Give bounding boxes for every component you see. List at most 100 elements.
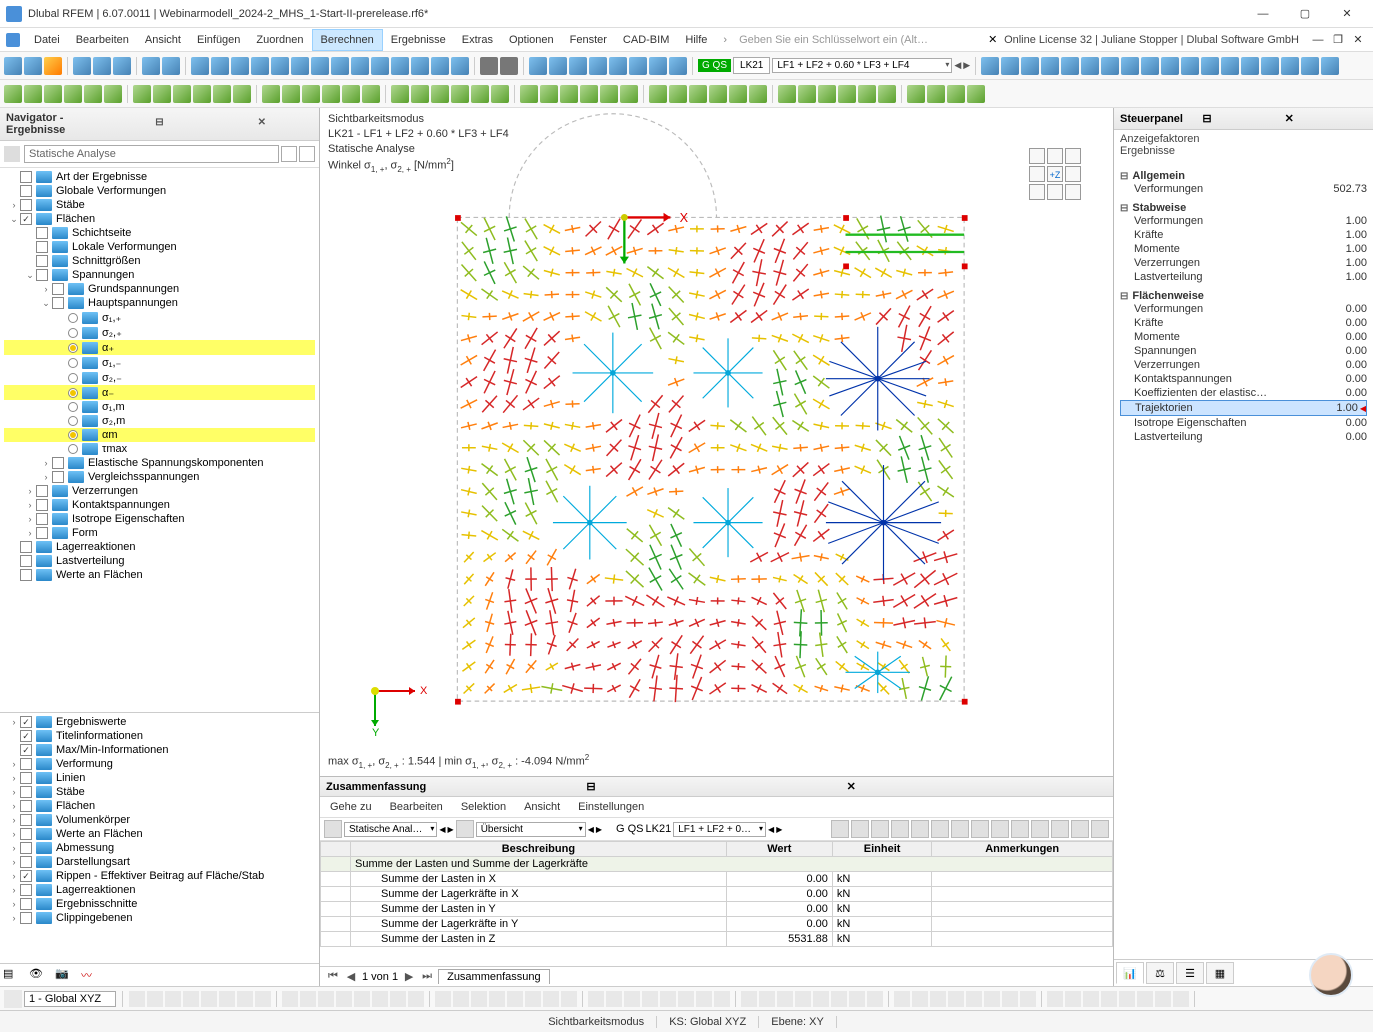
table-row[interactable]: Summe der Lasten in Y0.00kN bbox=[321, 902, 1113, 917]
panel-row[interactable]: Verzerrungen0.00 bbox=[1120, 358, 1367, 372]
tb2-27[interactable] bbox=[580, 85, 598, 103]
tree-item[interactable]: ›Darstellungsart bbox=[4, 855, 315, 869]
tree-item[interactable]: ›Elastische Spannungskomponenten bbox=[4, 456, 315, 470]
tb-right-15[interactable] bbox=[1281, 57, 1299, 75]
tree-item[interactable]: ›Form bbox=[4, 526, 315, 540]
tb-generic-1[interactable] bbox=[211, 57, 229, 75]
tb2-43[interactable] bbox=[927, 85, 945, 103]
bt-46[interactable] bbox=[1002, 991, 1018, 1007]
tb-view2[interactable] bbox=[500, 57, 518, 75]
tree-item[interactable]: ›Vergleichsspannungen bbox=[4, 470, 315, 484]
bt-9[interactable] bbox=[300, 991, 316, 1007]
tb2-8[interactable] bbox=[173, 85, 191, 103]
bt-48[interactable] bbox=[1047, 991, 1063, 1007]
tb-right-5[interactable] bbox=[1081, 57, 1099, 75]
tb-generic-2[interactable] bbox=[231, 57, 249, 75]
tb-generic-5[interactable] bbox=[291, 57, 309, 75]
bt-8[interactable] bbox=[282, 991, 298, 1007]
sum-tb-2[interactable] bbox=[456, 820, 474, 838]
tb2-15[interactable] bbox=[322, 85, 340, 103]
bt-47[interactable] bbox=[1020, 991, 1036, 1007]
tb-right-7[interactable] bbox=[1121, 57, 1139, 75]
tb-right-9[interactable] bbox=[1161, 57, 1179, 75]
sum-tb-1[interactable] bbox=[324, 820, 342, 838]
sum-tool-11[interactable] bbox=[1051, 820, 1069, 838]
tree-item[interactable]: ›✓Rippen - Effektiver Beitrag auf Fläche… bbox=[4, 869, 315, 883]
tb-right-12[interactable] bbox=[1221, 57, 1239, 75]
tb-tool-3[interactable] bbox=[589, 57, 607, 75]
tb-generic-0[interactable] bbox=[191, 57, 209, 75]
page-last[interactable]: ⏭ bbox=[420, 970, 434, 984]
tb2-37[interactable] bbox=[798, 85, 816, 103]
summary-pin-icon[interactable]: ⊟ bbox=[586, 780, 846, 793]
tb2-26[interactable] bbox=[560, 85, 578, 103]
bt-34[interactable] bbox=[777, 991, 793, 1007]
summary-menu-gehe zu[interactable]: Gehe zu bbox=[326, 799, 376, 815]
tb-generic-11[interactable] bbox=[411, 57, 429, 75]
bt-49[interactable] bbox=[1065, 991, 1081, 1007]
tb-new[interactable] bbox=[4, 57, 22, 75]
sum-tool-8[interactable] bbox=[991, 820, 1009, 838]
tb-right-16[interactable] bbox=[1301, 57, 1319, 75]
panel-row[interactable]: Kontaktspannungen0.00 bbox=[1120, 372, 1367, 386]
menu-ansicht[interactable]: Ansicht bbox=[137, 30, 189, 50]
tb2-45[interactable] bbox=[967, 85, 985, 103]
sum-tool-1[interactable] bbox=[851, 820, 869, 838]
tree-item[interactable]: σ₁,₋ bbox=[4, 355, 315, 370]
table-row[interactable]: Summe der Lagerkräfte in X0.00kN bbox=[321, 887, 1113, 902]
tb-right-0[interactable] bbox=[981, 57, 999, 75]
bt-43[interactable] bbox=[948, 991, 964, 1007]
tb-generic-9[interactable] bbox=[371, 57, 389, 75]
tb-tool-1[interactable] bbox=[549, 57, 567, 75]
nav-prev[interactable] bbox=[281, 146, 297, 162]
maximize-button[interactable]: ▢ bbox=[1285, 2, 1325, 26]
bt-30[interactable] bbox=[696, 991, 712, 1007]
summary-analysis-combo[interactable]: Statische Anal… bbox=[344, 822, 437, 837]
sum-tool-9[interactable] bbox=[1011, 820, 1029, 838]
tb2-33[interactable] bbox=[709, 85, 727, 103]
tb-right-4[interactable] bbox=[1061, 57, 1079, 75]
sum-tool-5[interactable] bbox=[931, 820, 949, 838]
tree-item[interactable]: ›Werte an Flächen bbox=[4, 827, 315, 841]
tb-print[interactable] bbox=[113, 57, 131, 75]
tree-item[interactable]: Art der Ergebnisse bbox=[4, 170, 315, 184]
panel-row[interactable]: Verformungen502.73 bbox=[1120, 182, 1367, 196]
sum-tool-4[interactable] bbox=[911, 820, 929, 838]
tb2-11[interactable] bbox=[233, 85, 251, 103]
tree-item[interactable]: τmax bbox=[4, 442, 315, 456]
tb2-41[interactable] bbox=[878, 85, 896, 103]
tb2-40[interactable] bbox=[858, 85, 876, 103]
menu-einfügen[interactable]: Einfügen bbox=[189, 30, 248, 50]
bt-33[interactable] bbox=[759, 991, 775, 1007]
bt-1[interactable] bbox=[147, 991, 163, 1007]
panel-row[interactable]: Momente1.00 bbox=[1120, 242, 1367, 256]
tb2-3[interactable] bbox=[64, 85, 82, 103]
nav-next[interactable] bbox=[299, 146, 315, 162]
tb2-31[interactable] bbox=[669, 85, 687, 103]
panel-row[interactable]: Trajektorien1.00◀ bbox=[1120, 400, 1367, 416]
summary-menu-ansicht[interactable]: Ansicht bbox=[520, 799, 564, 815]
tree-item[interactable]: Lokale Verformungen bbox=[4, 240, 315, 254]
bt-0[interactable] bbox=[129, 991, 145, 1007]
bt-55[interactable] bbox=[1173, 991, 1189, 1007]
tb2-25[interactable] bbox=[540, 85, 558, 103]
bt-32[interactable] bbox=[741, 991, 757, 1007]
tb-saveall[interactable] bbox=[93, 57, 111, 75]
bt-6[interactable] bbox=[237, 991, 253, 1007]
tb2-34[interactable] bbox=[729, 85, 747, 103]
page-next[interactable]: ▶ bbox=[402, 970, 416, 984]
tree-item[interactable]: ›Isotrope Eigenschaften bbox=[4, 512, 315, 526]
panel-row[interactable]: Spannungen0.00 bbox=[1120, 344, 1367, 358]
menu-fenster[interactable]: Fenster bbox=[562, 30, 615, 50]
page-prev[interactable]: ◀ bbox=[344, 970, 358, 984]
tb-right-17[interactable] bbox=[1321, 57, 1339, 75]
tree-item[interactable]: ›Lagerreaktionen bbox=[4, 883, 315, 897]
sum-tool-3[interactable] bbox=[891, 820, 909, 838]
tb-tool-4[interactable] bbox=[609, 57, 627, 75]
tree-item[interactable]: σ₂,m bbox=[4, 414, 315, 428]
tb2-16[interactable] bbox=[342, 85, 360, 103]
tree-item[interactable]: ⌄✓Flächen bbox=[4, 212, 315, 226]
sum-next2[interactable]: ▶ bbox=[596, 825, 602, 834]
panel-row[interactable]: Kräfte1.00 bbox=[1120, 228, 1367, 242]
nav-filter-icon[interactable] bbox=[4, 146, 20, 162]
